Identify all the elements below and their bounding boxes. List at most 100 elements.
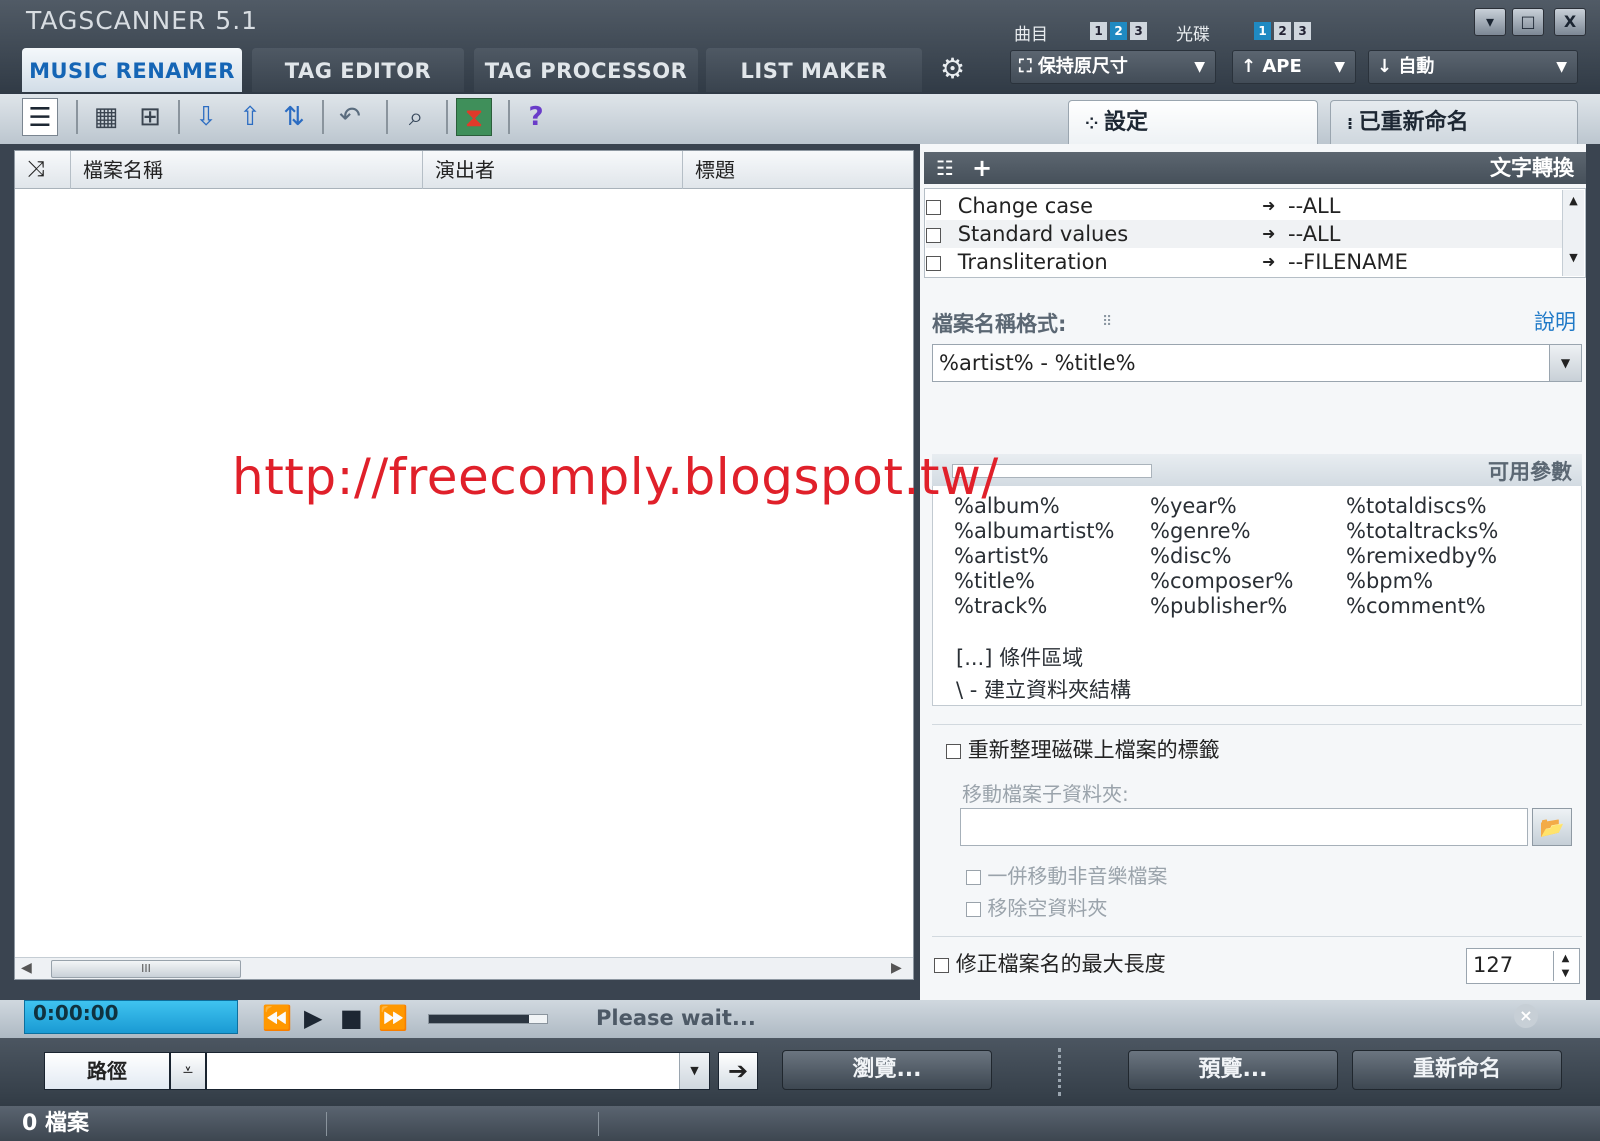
disc-num-3[interactable]: 3 [1294,22,1311,40]
params-column-3: %totaldiscs% %totaltracks% %remixedby% %… [1346,494,1498,619]
reorganize-checkbox[interactable] [946,743,961,759]
column-filename[interactable]: 檔案名稱 [71,151,423,189]
path-input[interactable]: ▼ [206,1052,710,1090]
column-title[interactable]: 標題 [683,151,913,189]
remove-empty-option[interactable]: 移除空資料夾 [966,892,1107,921]
preview-button[interactable]: 預覽... [1128,1050,1338,1090]
change-case-checkbox[interactable] [926,199,941,215]
maxlen-option[interactable]: 修正檔案名的最大長度 [934,948,1166,978]
standard-values-checkbox[interactable] [926,227,941,243]
spin-icon[interactable]: ▲ ▼ [1553,951,1577,981]
hourglass-icon[interactable]: ⧗ [456,98,492,136]
conversion-row-transliteration[interactable]: Transliteration ➜ --FILENAME [926,248,1562,276]
param-item[interactable]: %artist% [954,544,1114,569]
remove-empty-checkbox[interactable] [966,902,981,917]
shuffle-icon[interactable]: ⤨ [15,151,71,189]
tab-tag-editor[interactable]: TAG EDITOR [252,48,464,92]
browse-button[interactable]: 瀏覽... [782,1050,992,1090]
close-icon[interactable]: × [1514,1004,1538,1028]
gear-icon[interactable]: ⚙ [940,52,965,85]
stop-icon[interactable]: ■ [340,1004,363,1032]
reorganize-option[interactable]: 重新整理磁碟上檔案的標籤 [946,734,1220,764]
move-nonmusic-option[interactable]: 一併移動非音樂檔案 [966,860,1167,889]
close-button[interactable]: X [1554,8,1586,36]
track-num-2[interactable]: 2 [1110,22,1127,40]
player-status: Please wait... [596,1006,756,1030]
tab-settings[interactable]: ⁘ 設定 [1068,100,1318,144]
scroll-right-icon[interactable]: ▶ [891,960,902,976]
maxlen-stepper[interactable]: 127 ▲ ▼ [1466,948,1580,984]
disc-num-2[interactable]: 2 [1274,22,1291,40]
param-item[interactable]: %composer% [1150,569,1293,594]
mode-dropdown[interactable]: ↓ 自動 ▼ [1368,50,1578,84]
param-item[interactable]: %totaldiscs% [1346,494,1498,519]
track-num-3[interactable]: 3 [1130,22,1147,40]
app-title: TAGSCANNER 5.1 [26,6,259,35]
go-arrow-icon[interactable]: ➔ [718,1052,758,1090]
param-item[interactable]: %title% [954,569,1114,594]
track-num-1[interactable]: 1 [1090,22,1107,40]
scroll-thumb[interactable]: III [51,960,241,978]
filter-icon[interactable]: ⩡ [170,1052,206,1090]
toolbar-separator [386,100,388,134]
horizontal-scrollbar[interactable]: ◀ III ▶ [15,957,913,979]
grid-small-icon[interactable]: ▦ [88,98,124,136]
file-list[interactable]: ⤨ 檔案名稱 演出者 標題 ◀ III ▶ [14,150,914,980]
scroll-up-icon[interactable]: ▲ [1563,194,1584,207]
tab-tag-processor[interactable]: TAG PROCESSOR [474,48,698,92]
format-dropdown[interactable]: ↑ APE ▼ [1232,50,1356,84]
help-link[interactable]: 說明 [1534,306,1576,336]
param-item[interactable]: %year% [1150,494,1293,519]
filename-format-input[interactable]: %artist% - %title% ▼ [932,344,1582,382]
tab-music-renamer[interactable]: MUSIC RENAMER [22,48,242,92]
arrow-down-icon[interactable]: ⇩ [188,98,224,136]
param-item[interactable]: %publisher% [1150,594,1293,619]
seek-slider[interactable] [428,1014,548,1024]
cover-size-dropdown[interactable]: ⛶ 保持原尺寸 ▼ [1010,50,1216,84]
conversion-scrollbar[interactable]: ▲ ▼ [1562,190,1584,276]
add-icon[interactable]: + [972,152,992,184]
list-icon[interactable]: ☷ [936,152,954,184]
scroll-down-icon[interactable]: ▼ [1563,251,1584,264]
param-item[interactable]: %track% [954,594,1114,619]
conversion-row-change-case[interactable]: Change case ➜ --ALL [926,192,1562,220]
help-icon[interactable]: ? [518,98,554,136]
param-item[interactable]: %disc% [1150,544,1293,569]
path-label[interactable]: 路徑 [44,1052,170,1090]
move-nonmusic-checkbox[interactable] [966,870,981,885]
rewind-icon[interactable]: ⏪ [262,1004,292,1032]
scroll-left-icon[interactable]: ◀ [21,960,32,976]
grid-large-icon[interactable]: ⊞ [132,98,168,136]
search-icon[interactable]: ⌕ [398,98,434,136]
rename-button[interactable]: 重新命名 [1352,1050,1562,1090]
param-item[interactable]: %comment% [1346,594,1498,619]
minimize-button[interactable]: ▾ [1474,8,1506,36]
tab-renamed[interactable]: ⁝ 已重新命名 [1330,100,1578,144]
list-view-icon[interactable]: ☰ [22,98,58,136]
disc-num-1[interactable]: 1 [1254,22,1271,40]
maximize-button[interactable]: □ [1512,8,1544,36]
fast-forward-icon[interactable]: ⏩ [378,1004,408,1032]
param-item[interactable]: %genre% [1150,519,1293,544]
param-item[interactable]: %totaltracks% [1346,519,1498,544]
arrow-up-icon[interactable]: ⇧ [232,98,268,136]
play-icon[interactable]: ▶ [304,1004,322,1032]
param-item[interactable]: %remixedby% [1346,544,1498,569]
transliteration-checkbox[interactable] [926,255,941,271]
move-subfolder-input[interactable] [960,808,1528,846]
param-item[interactable]: %bpm% [1346,569,1498,594]
chevron-down-icon[interactable]: ▼ [679,1053,709,1089]
maxlen-checkbox[interactable] [934,957,949,973]
tab-list-maker[interactable]: LIST MAKER [706,48,922,92]
maxlen-label: 修正檔案名的最大長度 [955,952,1166,976]
sort-icon[interactable]: ⇅ [276,98,312,136]
conversion-row-standard-values[interactable]: Standard values ➜ --ALL [926,220,1562,248]
reorganize-label: 重新整理磁碟上檔案的標籤 [967,738,1220,762]
param-item[interactable]: %albumartist% [954,519,1114,544]
chevron-down-icon[interactable]: ▼ [1549,345,1581,381]
column-artist[interactable]: 演出者 [423,151,683,189]
params-column-2: %year% %genre% %disc% %composer% %publis… [1150,494,1293,619]
undo-icon[interactable]: ↶ [332,98,368,136]
move-subfolder-label: 移動檔案子資料夾: [962,782,1129,806]
folder-open-icon[interactable]: 📂 [1532,808,1572,846]
